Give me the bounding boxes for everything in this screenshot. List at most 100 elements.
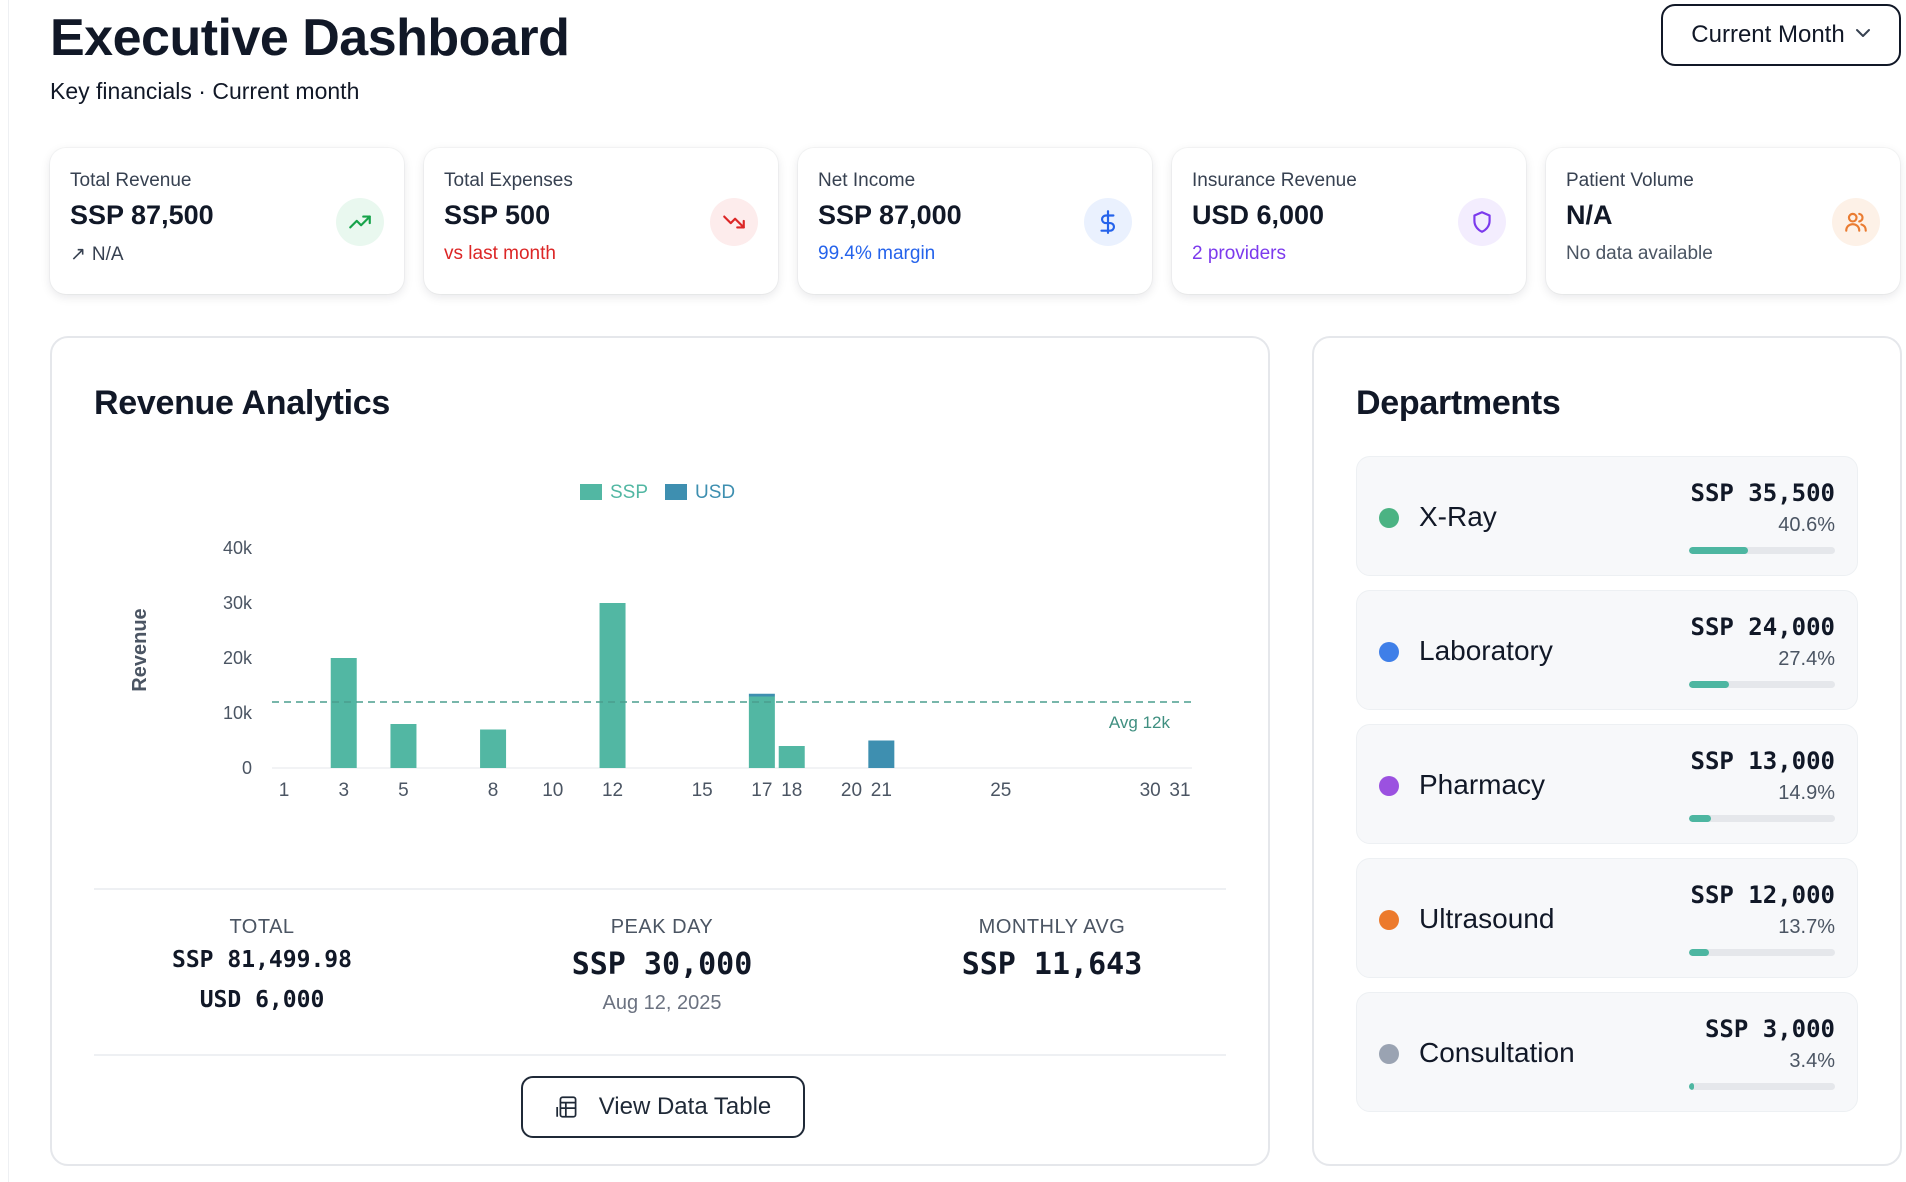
users-icon xyxy=(1832,198,1880,246)
average-label: Avg 12k xyxy=(1109,713,1171,732)
x-tick-label: 3 xyxy=(338,780,349,801)
x-tick-label: 21 xyxy=(871,780,892,801)
kpi-subtext: 99.4% margin xyxy=(818,243,936,264)
bar-ssp-day-18 xyxy=(778,746,805,768)
y-tick-label: 10k xyxy=(223,703,253,723)
department-percent: 14.9% xyxy=(1778,782,1835,804)
stat-total-ssp: SSP 81,499.98 xyxy=(171,947,352,973)
bar-ssp-day-12 xyxy=(599,603,626,768)
bar-ssp-day-5 xyxy=(390,724,417,768)
department-item-xray[interactable]: X-Ray SSP 35,500 40.6% xyxy=(1356,456,1858,576)
department-share-fill xyxy=(1689,547,1749,554)
revenue-chart: SSP USD 0 10k 20k 30k 40k Revenue 1 3 5 8 10 12 15 17… xyxy=(129,482,1192,801)
department-percent: 3.4% xyxy=(1789,1050,1835,1072)
department-name: Ultrasound xyxy=(1419,903,1555,934)
revenue-analytics-card: Revenue Analytics SSP USD 0 10k 20k 30k 40k Re… xyxy=(50,336,1270,1166)
department-amount: SSP 13,000 xyxy=(1690,747,1836,775)
bar-usd-day-17 xyxy=(748,693,775,697)
department-amount: SSP 3,000 xyxy=(1704,1015,1835,1043)
x-tick-label: 30 xyxy=(1140,780,1161,801)
stats-divider-bottom xyxy=(94,1054,1226,1056)
departments-title: Departments xyxy=(1356,384,1561,422)
y-tick-label: 0 xyxy=(242,758,252,778)
chevron-down-icon xyxy=(1855,25,1871,43)
kpi-card-net-income[interactable]: Net Income SSP 87,000 99.4% margin xyxy=(798,148,1152,294)
kpi-subtext-value: N/A xyxy=(91,244,124,265)
department-name: Consultation xyxy=(1419,1037,1575,1068)
department-share-fill xyxy=(1689,949,1709,956)
y-tick-label: 30k xyxy=(223,593,253,613)
department-amount: SSP 24,000 xyxy=(1690,613,1836,641)
department-percent: 40.6% xyxy=(1778,514,1835,536)
trending-up-icon xyxy=(336,198,384,246)
legend-label: USD xyxy=(695,482,735,503)
kpi-card-total-expenses[interactable]: Total Expenses SSP 500 vs last month xyxy=(424,148,778,294)
department-color-dot xyxy=(1379,642,1399,662)
x-tick-label: 5 xyxy=(398,780,409,801)
department-item-pharmacy[interactable]: Pharmacy SSP 13,000 14.9% xyxy=(1356,724,1858,844)
x-tick-label: 25 xyxy=(990,780,1011,801)
department-share-bar xyxy=(1689,1083,1835,1090)
kpi-card-total-revenue[interactable]: Total Revenue SSP 87,500 ↗ N/A xyxy=(50,148,404,294)
x-axis: 1 3 5 8 10 12 15 17 18 20 21 25 30 31 xyxy=(272,767,1192,801)
stat-peak-value: SSP 30,000 xyxy=(571,947,753,982)
stat-avg-label: MONTHLY AVG xyxy=(978,916,1126,938)
kpi-label: Total Expenses xyxy=(444,170,573,191)
stat-peak-label: PEAK DAY xyxy=(610,916,714,938)
department-color-dot xyxy=(1379,910,1399,930)
department-color-dot xyxy=(1379,776,1399,796)
legend-label: SSP xyxy=(610,482,648,503)
department-name: Pharmacy xyxy=(1419,769,1546,800)
view-data-table-button[interactable]: View Data Table xyxy=(521,1076,805,1138)
department-percent: 27.4% xyxy=(1778,648,1835,670)
shield-icon xyxy=(1458,198,1506,246)
chart-bars xyxy=(330,603,895,768)
department-item-consultation[interactable]: Consultation SSP 3,000 3.4% xyxy=(1356,992,1858,1112)
stat-total: TOTAL SSP 81,499.98 USD 6,000 xyxy=(112,916,412,1013)
x-tick-label: 18 xyxy=(781,780,802,801)
department-amount: SSP 12,000 xyxy=(1690,881,1836,909)
dollar-icon xyxy=(1084,198,1132,246)
stat-total-label: TOTAL xyxy=(229,916,295,938)
department-item-ultrasound[interactable]: Ultrasound SSP 12,000 13.7% xyxy=(1356,858,1858,978)
department-name: X-Ray xyxy=(1419,501,1497,532)
arrow-up-right-icon: ↗ xyxy=(70,244,86,265)
bar-ssp-day-17 xyxy=(748,696,775,768)
chart-legend: SSP USD xyxy=(580,482,735,503)
kpi-row: Total Revenue SSP 87,500 ↗ N/A Total Expe… xyxy=(50,148,1900,294)
period-select-label: Current Month xyxy=(1691,21,1845,48)
stat-total-usd: USD 6,000 xyxy=(199,987,325,1013)
department-share-fill xyxy=(1689,815,1711,822)
legend-swatch xyxy=(665,484,687,500)
view-data-table-label: View Data Table xyxy=(598,1093,772,1120)
departments-card: Departments X-Ray SSP 35,500 40.6% Labor… xyxy=(1312,336,1902,1166)
x-tick-label: 20 xyxy=(841,780,862,801)
y-axis-label: Revenue xyxy=(129,608,151,691)
kpi-subtext: vs last month xyxy=(444,243,556,264)
department-name: Laboratory xyxy=(1419,635,1553,666)
bar-ssp-day-3 xyxy=(330,658,357,768)
stat-peak-date: Aug 12, 2025 xyxy=(602,992,722,1014)
department-item-laboratory[interactable]: Laboratory SSP 24,000 27.4% xyxy=(1356,590,1858,710)
x-tick-label: 31 xyxy=(1169,780,1190,801)
department-color-dot xyxy=(1379,508,1399,528)
period-select[interactable]: Current Month xyxy=(1661,4,1901,66)
kpi-label: Total Revenue xyxy=(70,170,192,191)
stat-monthly-avg: MONTHLY AVG SSP 11,643 xyxy=(902,916,1202,982)
kpi-label: Insurance Revenue xyxy=(1192,170,1357,191)
kpi-label: Patient Volume xyxy=(1566,170,1694,191)
kpi-card-patient-volume[interactable]: Patient Volume N/A No data available xyxy=(1546,148,1900,294)
x-tick-label: 12 xyxy=(602,780,623,801)
kpi-card-insurance-revenue[interactable]: Insurance Revenue USD 6,000 2 providers xyxy=(1172,148,1526,294)
x-tick-label: 8 xyxy=(488,780,499,801)
page-subtitle: Key financials · Current month xyxy=(50,78,360,104)
x-tick-label: 15 xyxy=(692,780,713,801)
department-share-fill xyxy=(1689,681,1729,688)
department-share-bar xyxy=(1689,815,1835,822)
x-tick-label: 1 xyxy=(279,780,290,801)
department-color-dot xyxy=(1379,1044,1399,1064)
page-title: Executive Dashboard xyxy=(50,9,570,67)
page-left-border xyxy=(8,0,9,1182)
department-percent: 13.7% xyxy=(1778,916,1835,938)
kpi-label: Net Income xyxy=(818,170,916,191)
